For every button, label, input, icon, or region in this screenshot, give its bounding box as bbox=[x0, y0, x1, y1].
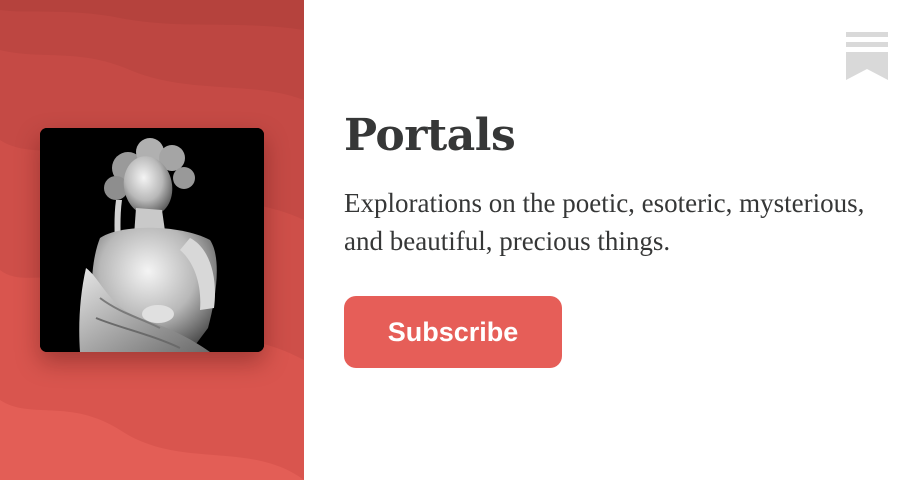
publication-description: Explorations on the poetic, esoteric, my… bbox=[344, 188, 865, 256]
subscribe-button[interactable]: Subscribe bbox=[344, 296, 562, 368]
brand-panel bbox=[0, 0, 304, 480]
statue-image bbox=[40, 128, 264, 352]
publication-card: Portals Explorations on the poetic, esot… bbox=[0, 0, 920, 480]
publication-info: Portals Explorations on the poetic, esot… bbox=[304, 0, 920, 480]
publication-cover-image[interactable] bbox=[40, 128, 264, 352]
substack-bookmark-icon[interactable] bbox=[846, 32, 888, 80]
publication-title: Portals bbox=[344, 110, 516, 161]
